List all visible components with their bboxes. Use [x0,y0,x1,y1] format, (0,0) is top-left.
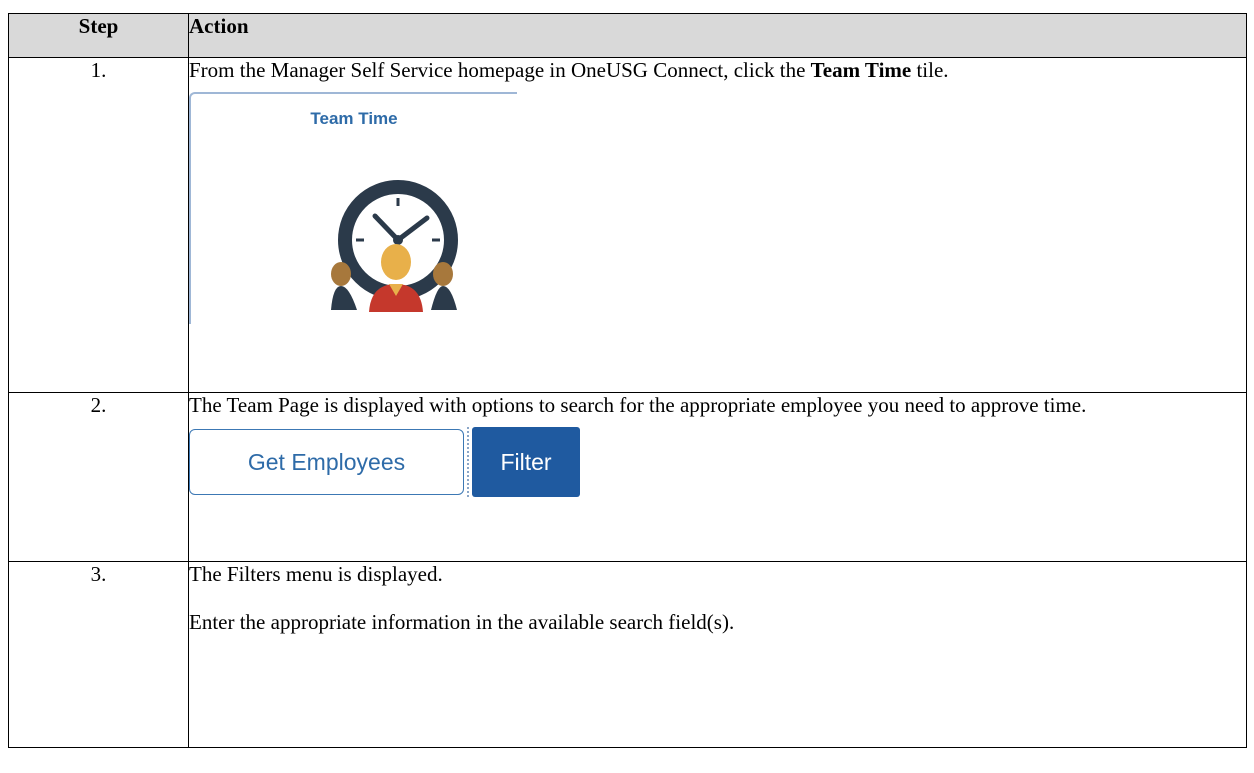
focus-divider [467,427,469,497]
steps-table: Step Action 1. From the Manager Self Ser… [8,13,1247,748]
instruction-text: The Filters menu is displayed. [189,562,443,586]
action-cell: The Team Page is displayed with options … [188,392,1247,562]
action-column-header: Action [188,13,1247,58]
action-cell: The Filters menu is displayed. Enter the… [188,561,1247,748]
get-employees-button[interactable]: Get Employees [189,429,464,495]
team-time-clock-icon [331,180,458,312]
step-number: 1. [8,57,189,393]
table-row: 2. The Team Page is displayed with optio… [8,392,1247,562]
instruction-text: From the Manager Self Service homepage i… [189,58,1246,82]
step-number: 2. [8,392,189,562]
action-cell: From the Manager Self Service homepage i… [188,57,1247,393]
filter-button[interactable]: Filter [472,427,580,497]
instruction-text-part: From the Manager Self Service homepage i… [189,58,811,82]
table-row: 3. The Filters menu is displayed. Enter … [8,561,1247,748]
team-time-tile[interactable]: Team Time [189,92,517,324]
step-column-header: Step [8,13,189,58]
instruction-text: Enter the appropriate information in the… [189,610,735,634]
instruction-text-part: tile. [911,58,949,82]
instruction-bold-term: Team Time [810,58,912,82]
tile-title: Team Time [310,109,398,128]
instruction-text: The Team Page is displayed with options … [189,393,1087,417]
step-number: 3. [8,561,189,748]
table-row: 1. From the Manager Self Service homepag… [8,57,1247,393]
button-row: Get Employees Filter [189,427,1246,497]
